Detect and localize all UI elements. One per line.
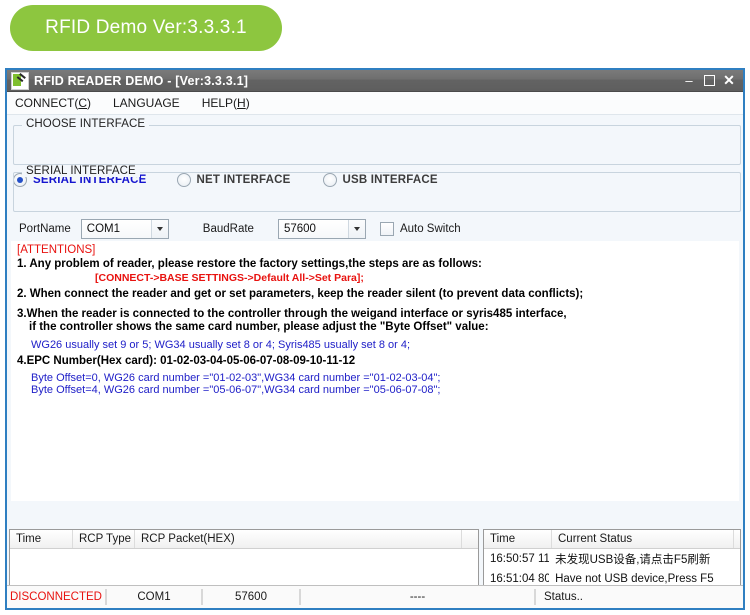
attentions-item-4-line-2: Byte Offset=4, WG26 card number ="05-06-… (31, 384, 441, 396)
status-log-body[interactable]: 16:50:57 110 未发现USB设备,请点击F5刷新 16:51:04 8… (484, 549, 740, 589)
attentions-item-3-note: WG26 usually set 9 or 5; WG34 usually se… (31, 338, 411, 351)
attentions-item-1: 1. Any problem of reader, please restore… (17, 258, 482, 270)
attentions-item-2: 2. When connect the reader and get or se… (17, 288, 584, 300)
attentions-panel: [ATTENTIONS] 1. Any problem of reader, p… (11, 241, 739, 501)
attentions-item-3-line-2: if the controller shows the same card nu… (29, 321, 489, 333)
menu-connect[interactable]: CONNECT(C) (15, 96, 91, 110)
baudrate-value: 57600 (283, 223, 316, 235)
packet-log-col-rcp-type[interactable]: RCP Type (73, 530, 135, 548)
portname-value: COM1 (86, 223, 121, 235)
packet-log-col-time[interactable]: Time (10, 530, 73, 548)
window-titlebar[interactable]: RFID READER DEMO - [Ver:3.3.3.1] – ✕ (7, 70, 743, 92)
statusbar: DISCONNECTED COM1 57600 ---- Status.. (7, 585, 743, 608)
menu-language[interactable]: LANGUAGE (113, 96, 180, 110)
statusbar-info: ---- (301, 589, 536, 605)
auto-switch-label: Auto Switch (399, 223, 461, 235)
menu-help[interactable]: HELP(H) (202, 96, 250, 110)
portname-select[interactable]: COM1 (80, 219, 169, 239)
packet-log-panel[interactable]: Time RCP Type RCP Packet(HEX) (9, 529, 479, 586)
chevron-down-icon (150, 220, 168, 238)
list-item[interactable]: 16:50:57 110 未发现USB设备,请点击F5刷新 (484, 549, 740, 569)
portname-label: PortName (19, 223, 71, 235)
close-icon[interactable]: ✕ (719, 72, 741, 90)
auto-switch-checkbox[interactable] (379, 222, 394, 236)
serial-interface-group: SERIAL INTERFACE (13, 165, 741, 212)
app-title-banner: RFID Demo Ver:3.3.3.1 (10, 5, 282, 51)
packet-log-header: Time RCP Type RCP Packet(HEX) (10, 530, 478, 549)
status-log-row-time: 16:51:04 802 (490, 573, 550, 585)
statusbar-status: Status.. (544, 591, 583, 603)
status-log-row-status: Have not USB device,Press F5 (555, 573, 714, 585)
attentions-item-4: 4.EPC Number(Hex card): 01-02-03-04-05-0… (17, 354, 356, 367)
maximize-button[interactable] (699, 72, 719, 90)
serial-interface-group-title: SERIAL INTERFACE (22, 165, 140, 177)
status-log-col-current-status[interactable]: Current Status (552, 530, 734, 548)
status-log-row-time: 16:50:57 110 (490, 553, 550, 565)
app-title-banner-text: RFID Demo Ver:3.3.3.1 (45, 17, 247, 38)
app-icon (11, 71, 29, 90)
attentions-item-3-line-1: 3.When the reader is connected to the co… (17, 307, 567, 320)
minimize-button[interactable]: – (679, 70, 699, 91)
chevron-down-icon (347, 220, 365, 238)
serial-settings-row: PortName COM1 BaudRate 57600 Auto Switch (19, 219, 461, 239)
window-controls: – ✕ (679, 70, 741, 91)
baudrate-select[interactable]: 57600 (277, 219, 366, 239)
status-badge-connection: DISCONNECTED (7, 589, 107, 605)
statusbar-port: COM1 (107, 589, 203, 605)
log-panels: Time RCP Type RCP Packet(HEX) Time Curre… (7, 529, 743, 586)
attentions-item-1-path: [CONNECT->BASE SETTINGS->Default All->Se… (95, 271, 364, 284)
window-title: RFID READER DEMO - [Ver:3.3.3.1] (34, 73, 249, 88)
attentions-item-4-line-1: Byte Offset=0, WG26 card number ="01-02-… (31, 372, 441, 384)
choose-interface-group: CHOOSE INTERFACE (13, 118, 741, 165)
status-log-header: Time Current Status (484, 530, 740, 549)
screenshot-root: RFID Demo Ver:3.3.3.1 RFID READER DEMO -… (0, 0, 750, 615)
status-log-col-time[interactable]: Time (484, 530, 552, 548)
status-log-col-extra[interactable] (734, 530, 740, 548)
packet-log-col-rcp-packet[interactable]: RCP Packet(HEX) (135, 530, 462, 548)
baudrate-label: BaudRate (202, 223, 254, 235)
attentions-heading: [ATTENTIONS] (17, 244, 96, 256)
window-client-area: CHOOSE INTERFACE SERIAL INTERFACE NET IN… (7, 115, 743, 608)
rfid-reader-demo-window: RFID READER DEMO - [Ver:3.3.3.1] – ✕ CON… (5, 68, 745, 610)
status-log-row-status: 未发现USB设备,请点击F5刷新 (555, 554, 711, 566)
menubar: CONNECT(C) LANGUAGE HELP(H) (7, 92, 743, 115)
statusbar-baud: 57600 (203, 589, 301, 605)
choose-interface-group-title: CHOOSE INTERFACE (22, 118, 150, 130)
packet-log-col-extra[interactable] (462, 530, 478, 548)
status-log-panel[interactable]: Time Current Status 16:50:57 110 未发现USB设… (483, 529, 741, 586)
